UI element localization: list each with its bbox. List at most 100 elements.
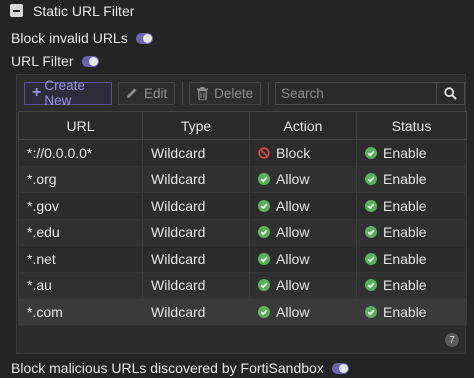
status-text: Enable (383, 197, 427, 214)
table-row[interactable]: *://0.0.0.0* Wildcard Block Enable (18, 139, 467, 167)
type-text: Wildcard (151, 277, 206, 294)
status-text: Enable (383, 224, 427, 241)
url-filter-toggle[interactable] (81, 55, 99, 67)
table-row[interactable]: *.au Wildcard Allow Enable (18, 272, 467, 299)
action-text: Allow (276, 303, 310, 320)
action-text: Allow (276, 277, 310, 294)
url-filter-label: URL Filter (11, 53, 74, 69)
type-cell: Wildcard (142, 192, 250, 220)
url-text: *.net (27, 250, 56, 267)
url-text: *.au (27, 277, 52, 294)
create-new-button[interactable]: + Create New (24, 78, 112, 108)
column-header-status[interactable]: Status (356, 111, 467, 140)
delete-label: Delete (214, 85, 254, 101)
column-header-action[interactable]: Action (249, 111, 357, 140)
table-row[interactable]: *.com Wildcard Allow Enable (18, 298, 467, 326)
action-cell: Allow (249, 166, 357, 193)
status-text: Enable (383, 171, 427, 188)
search-input[interactable] (276, 82, 436, 104)
search-icon (444, 86, 457, 100)
action-cell: Allow (249, 245, 357, 273)
type-text: Wildcard (151, 171, 206, 188)
action-cell: Allow (249, 192, 357, 220)
toolbar-divider (182, 81, 184, 105)
allow-check-icon (258, 252, 270, 265)
action-text: Allow (276, 171, 310, 188)
type-text: Wildcard (151, 250, 206, 267)
block-invalid-urls-toggle[interactable] (135, 32, 153, 44)
url-table: URL Type Action Status *://0.0.0.0* Wildc… (18, 111, 467, 326)
url-cell: *.net (18, 245, 143, 273)
url-filter-panel: + Create New Edit Delete Search URL Type… (16, 74, 467, 354)
action-text: Allow (276, 197, 310, 214)
status-text: Enable (383, 144, 427, 161)
plus-icon: + (32, 84, 42, 101)
type-text: Wildcard (151, 303, 206, 320)
create-new-label: Create New (44, 78, 85, 108)
allow-check-icon (258, 305, 270, 318)
edit-label: Edit (143, 85, 168, 101)
allow-check-icon (258, 226, 270, 239)
column-header-type[interactable]: Type (142, 111, 250, 140)
pencil-icon (126, 88, 137, 98)
search-box (275, 81, 465, 105)
type-cell: Wildcard (142, 166, 250, 193)
action-text: Allow (276, 224, 310, 241)
block-invalid-urls-row: Block invalid URLs (11, 27, 153, 49)
toolbar: + Create New Edit Delete (17, 75, 465, 111)
block-icon (258, 147, 270, 159)
table-row[interactable]: *.net Wildcard Allow Enable (18, 245, 467, 273)
toolbar-divider-2 (268, 81, 269, 105)
url-cell: *.gov (18, 192, 143, 220)
action-cell: Block (249, 139, 357, 167)
action-text: Block (276, 144, 311, 161)
status-cell: Enable (356, 272, 467, 299)
status-cell: Enable (356, 298, 467, 326)
type-cell: Wildcard (142, 219, 250, 246)
enable-check-icon (365, 199, 377, 212)
url-filter-row: URL Filter (11, 50, 99, 72)
enable-check-icon (365, 252, 377, 265)
url-cell: *.org (18, 166, 143, 193)
column-header-url[interactable]: URL (18, 111, 143, 140)
allow-check-icon (258, 173, 270, 186)
search-button[interactable] (436, 82, 464, 104)
action-cell: Allow (249, 219, 357, 246)
url-text: *.gov (27, 197, 59, 214)
status-text: Enable (383, 303, 427, 320)
status-text: Enable (383, 277, 427, 294)
type-cell: Wildcard (142, 272, 250, 299)
status-cell: Enable (356, 245, 467, 273)
action-text: Allow (276, 250, 310, 267)
enable-check-icon (365, 226, 377, 239)
fortisandbox-toggle[interactable] (331, 362, 349, 374)
edit-button[interactable]: Edit (117, 81, 176, 105)
action-cell: Allow (249, 272, 357, 299)
section-title: Static URL Filter (33, 2, 135, 19)
block-invalid-urls-label: Block invalid URLs (11, 30, 128, 46)
fortisandbox-label: Block malicious URLs discovered by Forti… (11, 360, 324, 376)
url-cell: *.edu (18, 219, 143, 246)
collapse-icon[interactable] (10, 4, 23, 17)
table-row[interactable]: *.org Wildcard Allow Enable (18, 166, 467, 193)
table-row[interactable]: *.gov Wildcard Allow Enable (18, 192, 467, 220)
url-text: *.org (27, 171, 57, 188)
status-cell: Enable (356, 166, 467, 193)
delete-button[interactable]: Delete (189, 81, 262, 105)
status-cell: Enable (356, 219, 467, 246)
url-cell: *://0.0.0.0* (18, 139, 143, 167)
allow-check-icon (258, 279, 270, 292)
url-text: *.edu (27, 224, 60, 241)
fortisandbox-row: Block malicious URLs discovered by Forti… (11, 357, 349, 378)
url-text: *.com (27, 303, 63, 320)
enable-check-icon (365, 305, 377, 318)
enable-check-icon (365, 279, 377, 292)
table-header-row: URL Type Action Status (18, 111, 467, 140)
section-header[interactable]: Static URL Filter (0, 0, 474, 21)
url-text: *://0.0.0.0* (27, 144, 93, 161)
status-cell: Enable (356, 139, 467, 167)
status-cell: Enable (356, 192, 467, 220)
trash-icon (197, 86, 209, 100)
type-text: Wildcard (151, 197, 206, 214)
table-row[interactable]: *.edu Wildcard Allow Enable (18, 219, 467, 246)
